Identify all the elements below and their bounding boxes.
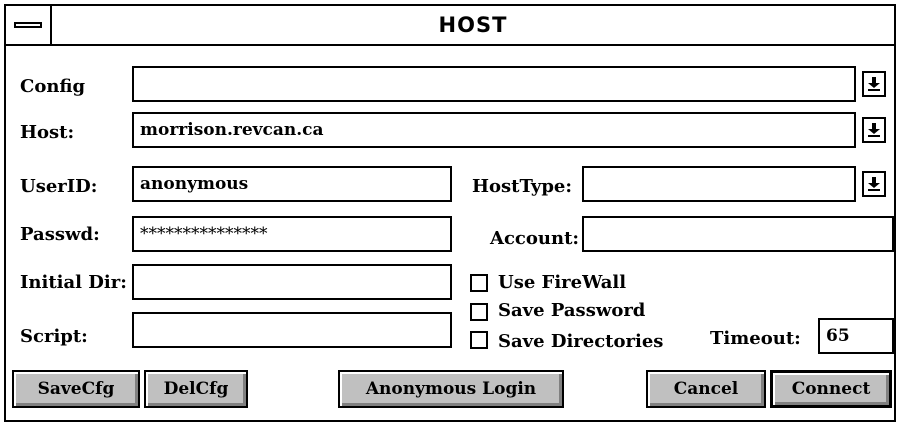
host-combo-input[interactable]: morrison.revcan.ca bbox=[132, 112, 856, 148]
system-menu-button[interactable] bbox=[6, 6, 52, 44]
timeout-label: Timeout: bbox=[710, 328, 801, 349]
arrow-down-icon bbox=[868, 123, 880, 137]
host-dialog: HOST Config Host: morrison.revcan.ca Use… bbox=[4, 4, 896, 422]
password-input[interactable]: *************** bbox=[132, 216, 452, 252]
connect-button[interactable]: Connect bbox=[770, 370, 892, 408]
initial-dir-label: Initial Dir: bbox=[20, 272, 127, 293]
minus-icon bbox=[14, 22, 42, 28]
hosttype-label: HostType: bbox=[472, 176, 573, 197]
script-input[interactable] bbox=[132, 312, 452, 348]
cancel-button[interactable]: Cancel bbox=[646, 370, 766, 408]
use-firewall-label[interactable]: Use FireWall bbox=[498, 272, 626, 293]
hosttype-dropdown-button[interactable] bbox=[862, 171, 886, 197]
arrow-down-icon bbox=[868, 177, 880, 191]
config-dropdown-button[interactable] bbox=[862, 71, 886, 97]
hosttype-combo-input[interactable] bbox=[582, 166, 856, 202]
title-bar: HOST bbox=[6, 6, 894, 46]
account-input[interactable] bbox=[582, 216, 894, 252]
save-directories-checkbox[interactable] bbox=[470, 331, 488, 349]
script-label: Script: bbox=[20, 326, 88, 347]
timeout-input[interactable]: 65 bbox=[818, 318, 894, 354]
config-label: Config bbox=[20, 76, 86, 97]
save-directories-label[interactable]: Save Directories bbox=[498, 331, 663, 352]
savecfg-button[interactable]: SaveCfg bbox=[12, 370, 140, 408]
window-title: HOST bbox=[438, 13, 508, 37]
arrow-down-icon bbox=[868, 77, 880, 91]
userid-label: UserID: bbox=[20, 176, 98, 197]
userid-input[interactable]: anonymous bbox=[132, 166, 452, 202]
host-label: Host: bbox=[20, 122, 75, 143]
anonymous-login-button[interactable]: Anonymous Login bbox=[338, 370, 564, 408]
initial-dir-input[interactable] bbox=[132, 264, 452, 300]
save-password-checkbox[interactable] bbox=[470, 303, 488, 321]
config-combo-input[interactable] bbox=[132, 66, 856, 102]
passwd-label: Passwd: bbox=[20, 224, 100, 245]
save-password-label[interactable]: Save Password bbox=[498, 300, 645, 321]
host-dropdown-button[interactable] bbox=[862, 117, 886, 143]
account-label: Account: bbox=[490, 228, 580, 249]
delcfg-button[interactable]: DelCfg bbox=[144, 370, 248, 408]
use-firewall-checkbox[interactable] bbox=[470, 274, 488, 292]
